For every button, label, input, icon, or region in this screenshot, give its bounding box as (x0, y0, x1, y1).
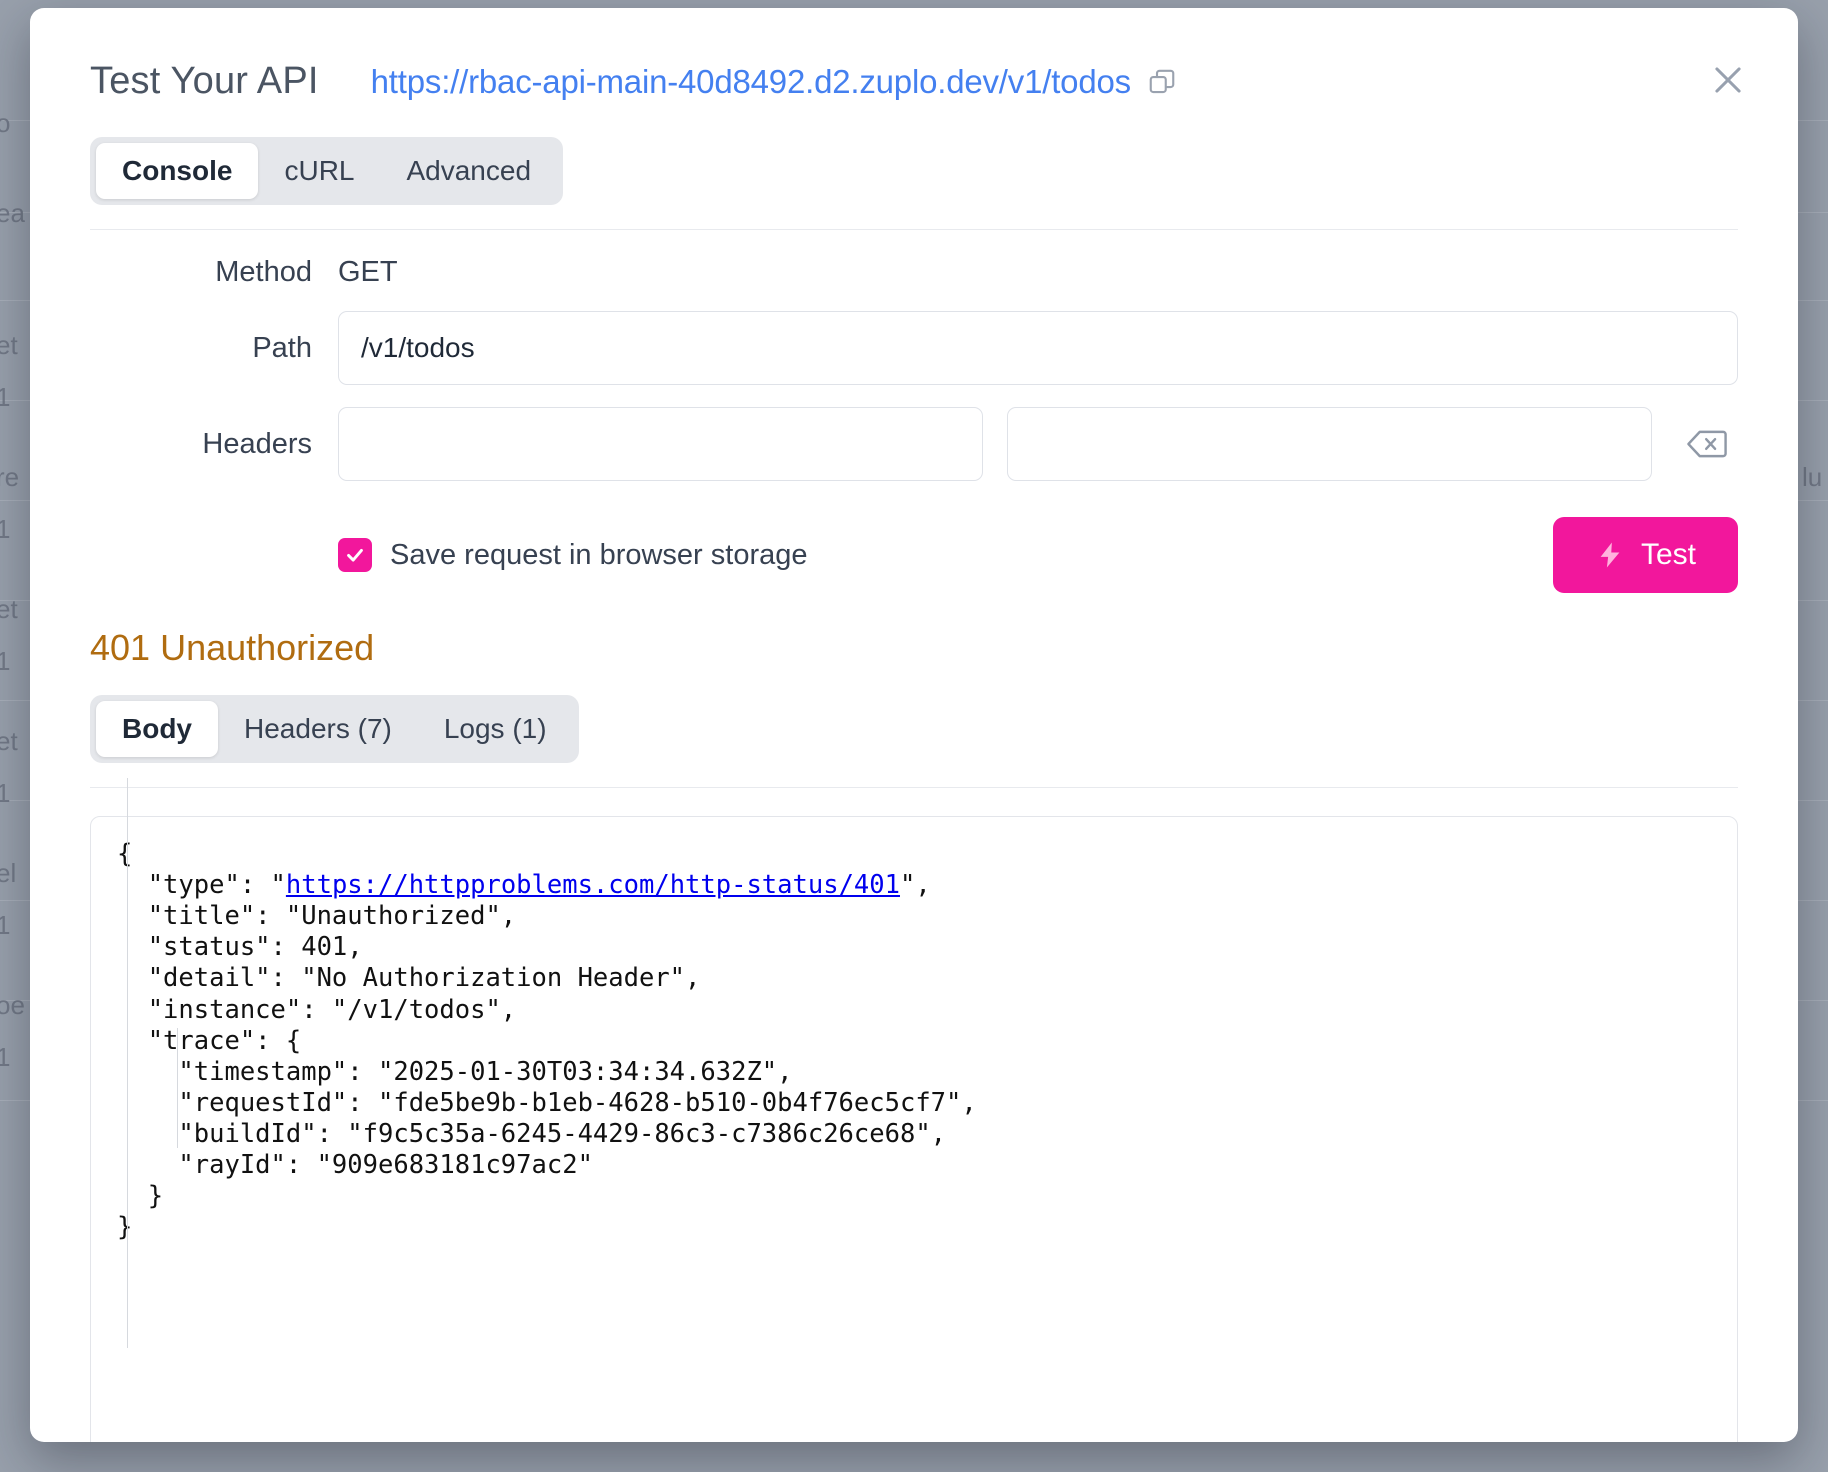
backdrop-text: el (0, 858, 16, 889)
backdrop-text: 1 (0, 1042, 10, 1073)
json-line: "detail": "No Authorization Header", (117, 963, 700, 993)
close-icon (1709, 61, 1747, 99)
backdrop-text: et (0, 726, 18, 757)
tab-curl[interactable]: cURL (258, 143, 380, 199)
json-line: "buildId": "f9c5c35a-6245-4429-86c3-c738… (117, 1119, 946, 1149)
lightning-bolt-icon (1595, 538, 1625, 572)
header-name-input[interactable] (338, 407, 983, 481)
response-tab-group: Body Headers (7) Logs (1) (90, 695, 579, 763)
backspace-delete-icon (1686, 427, 1728, 461)
json-line: "timestamp": "2025-01-30T03:34:34.632Z", (117, 1057, 793, 1087)
json-type-link[interactable]: https://httpproblems.com/http-status/401 (286, 870, 900, 900)
request-form: Method GET Path Headers (30, 230, 1798, 481)
request-tab-group: Console cURL Advanced (90, 137, 563, 205)
tab-headers[interactable]: Headers (7) (218, 701, 418, 757)
json-indent-guide (127, 816, 128, 1348)
json-line: "instance": "/v1/todos", (117, 995, 516, 1025)
save-request-label: Save request in browser storage (390, 539, 808, 572)
json-line: "rayId": "909e683181c97ac2" (117, 1150, 593, 1180)
json-line: "trace": { (117, 1026, 301, 1056)
test-your-api-modal: Test Your API https://rbac-api-main-40d8… (30, 8, 1798, 1442)
json-indent-guide (177, 1028, 178, 1148)
backdrop-text: 1 (0, 778, 10, 809)
method-label: Method (90, 256, 338, 289)
response-body-panel[interactable]: { "type": "https://httpproblems.com/http… (90, 816, 1738, 1442)
page-title: Test Your API (90, 60, 319, 103)
backdrop-text: 1 (0, 382, 10, 413)
copy-icon[interactable] (1147, 67, 1177, 97)
response-divider (90, 787, 1738, 788)
method-value: GET (338, 256, 398, 289)
json-line-type-pre: "type": " (117, 870, 286, 900)
clear-header-button[interactable] (1676, 413, 1738, 475)
json-line-type-post: ", (900, 870, 931, 900)
response-status: 401 Unauthorized (30, 593, 1798, 669)
json-line: "title": "Unauthorized", (117, 901, 516, 931)
backdrop-text: o (0, 108, 10, 139)
tab-logs[interactable]: Logs (1) (418, 701, 573, 757)
headers-row: Headers (90, 407, 1738, 481)
response-body-json: { "type": "https://httpproblems.com/http… (117, 839, 1711, 1243)
backdrop-text: 1 (0, 910, 10, 941)
backdrop-text: 1 (0, 646, 10, 677)
test-button-label: Test (1641, 538, 1696, 572)
backdrop-text: et (0, 330, 18, 361)
close-button[interactable] (1702, 54, 1754, 106)
modal-header: Test Your API https://rbac-api-main-40d8… (30, 8, 1798, 103)
backdrop-text: re (0, 462, 19, 493)
method-row: Method GET (90, 256, 1738, 289)
tab-advanced[interactable]: Advanced (380, 143, 557, 199)
headers-label: Headers (90, 428, 338, 461)
backdrop-text: oe (0, 990, 25, 1021)
backdrop-text: ea (0, 198, 25, 229)
json-line: { (117, 839, 132, 869)
request-tabs-row: Console cURL Advanced (30, 103, 1798, 205)
backdrop-text: et (0, 594, 18, 625)
api-url-group: https://rbac-api-main-40d8492.d2.zuplo.d… (371, 63, 1177, 101)
backdrop-text: 1 (0, 514, 10, 545)
request-actions-row: Save request in browser storage Test (30, 503, 1798, 593)
header-value-input[interactable] (1007, 407, 1652, 481)
api-url-link[interactable]: https://rbac-api-main-40d8492.d2.zuplo.d… (371, 63, 1131, 101)
backdrop-text: lu (1802, 462, 1822, 493)
path-row: Path (90, 311, 1738, 385)
path-input[interactable] (338, 311, 1738, 385)
json-line: } (117, 1212, 132, 1242)
path-label: Path (90, 332, 338, 365)
save-request-checkbox-group[interactable]: Save request in browser storage (338, 538, 808, 572)
json-line: "requestId": "fde5be9b-b1eb-4628-b510-0b… (117, 1088, 977, 1118)
response-tabs-row: Body Headers (7) Logs (1) (30, 669, 1798, 763)
json-line: "status": 401, (117, 932, 363, 962)
tab-console[interactable]: Console (96, 143, 258, 199)
test-button[interactable]: Test (1553, 517, 1738, 593)
save-request-checkbox[interactable] (338, 538, 372, 572)
check-icon (344, 544, 366, 566)
json-line: } (117, 1181, 163, 1211)
tab-body[interactable]: Body (96, 701, 218, 757)
